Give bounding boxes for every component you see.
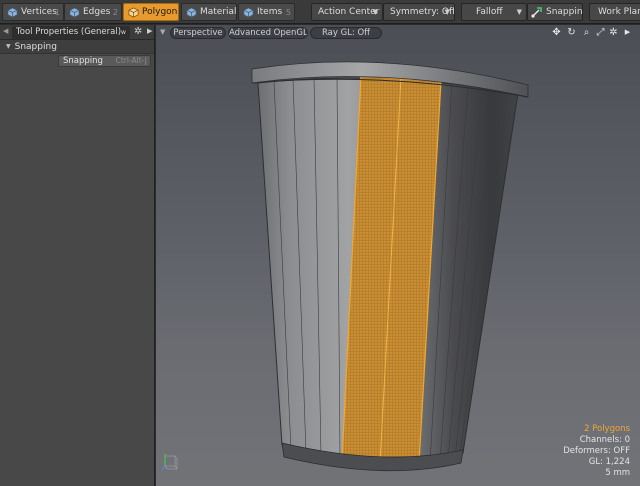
vertex-cube-icon bbox=[7, 7, 18, 17]
work-plane-dropdown[interactable]: Work Plane bbox=[589, 3, 640, 21]
snapping-button-label: Snapping bbox=[63, 56, 103, 66]
ray-gl-button[interactable]: Ray GL: Off bbox=[310, 27, 382, 39]
gear-icon[interactable]: ✲ bbox=[134, 26, 142, 37]
view-mode-button[interactable]: Perspective bbox=[170, 27, 226, 39]
falloff-dropdown[interactable]: Falloff ▼ bbox=[461, 3, 527, 21]
channels-count: Channels: 0 bbox=[579, 435, 630, 445]
panel-tab-bar: ◀ Tool Properties (General)w ✲ ▶ bbox=[0, 25, 154, 40]
renderer-label: Advanced OpenGL bbox=[229, 28, 308, 38]
vertices-mode-button[interactable]: Vertices 1 bbox=[2, 3, 64, 21]
panel-menu-arrow-icon[interactable]: ◀ bbox=[3, 27, 8, 35]
chevron-down-icon: ▼ bbox=[516, 8, 522, 16]
deformers-status: Deformers: OFF bbox=[563, 446, 630, 456]
falloff-label: Falloff bbox=[476, 7, 503, 17]
polygons-mode-label: Polygons bbox=[142, 7, 179, 17]
materials-mode-label: Materials bbox=[200, 7, 237, 17]
symmetry-dropdown[interactable]: Symmetry: Off ▼ bbox=[383, 3, 455, 21]
cup-mesh[interactable] bbox=[156, 25, 640, 486]
rotate-icon[interactable]: ↻ bbox=[566, 27, 577, 38]
tab-tool-properties-label: Tool Properties (General) bbox=[16, 27, 122, 37]
collapse-triangle-icon[interactable]: ▼ bbox=[6, 43, 11, 50]
snapping-property-row: Snapping Ctrl-Alt-J bbox=[0, 54, 154, 69]
chevron-down-icon: ▼ bbox=[372, 8, 378, 16]
edge-cube-icon bbox=[69, 7, 80, 17]
maximize-icon[interactable]: ⤢ bbox=[595, 27, 606, 38]
snap-magnet-icon bbox=[531, 7, 542, 18]
snapping-button[interactable]: Snapping Ctrl-Alt-J bbox=[58, 55, 151, 67]
snapping-label: Snapping bbox=[546, 7, 583, 17]
snapping-section-header[interactable]: ▼ Snapping bbox=[0, 40, 154, 54]
action-center-dropdown[interactable]: Action Center ▼ bbox=[311, 3, 383, 21]
material-cube-icon bbox=[186, 7, 197, 17]
snapping-shortcut: Ctrl-Alt-J bbox=[115, 56, 147, 65]
items-mode-button[interactable]: Items 5 bbox=[238, 3, 295, 21]
pan-icon[interactable]: ✥ bbox=[551, 27, 562, 38]
chevron-down-icon: ▼ bbox=[444, 8, 450, 16]
vertices-mode-label: Vertices bbox=[21, 7, 57, 17]
edges-mode-label: Edges bbox=[83, 7, 111, 17]
tool-properties-panel: ◀ Tool Properties (General)w ✲ ▶ ▼ Snapp… bbox=[0, 25, 155, 486]
item-cube-icon bbox=[243, 7, 254, 17]
zoom-icon[interactable]: ⌕ bbox=[581, 27, 592, 38]
tab-tool-properties-suffix: w bbox=[121, 29, 126, 36]
edges-mode-button[interactable]: Edges 2 bbox=[64, 3, 122, 21]
materials-mode-button[interactable]: Materials bbox=[181, 3, 237, 21]
renderer-button[interactable]: Advanced OpenGL bbox=[228, 27, 308, 39]
snapping-section-label: Snapping bbox=[14, 41, 57, 52]
snapping-toggle-button[interactable]: Snapping bbox=[527, 3, 583, 21]
action-center-label: Action Center bbox=[318, 7, 380, 17]
viewport-stats: 2 Polygons Channels: 0 Deformers: OFF GL… bbox=[563, 424, 630, 479]
ray-gl-label: Ray GL: Off bbox=[321, 28, 371, 38]
view-mode-label: Perspective bbox=[173, 28, 223, 38]
selection-count: 2 Polygons bbox=[584, 424, 630, 434]
chevron-right-icon[interactable]: ▶ bbox=[147, 27, 152, 35]
polygon-cube-icon bbox=[128, 7, 139, 17]
axis-gizmo-icon bbox=[161, 454, 178, 471]
3d-viewport[interactable]: ▼ Perspective Advanced OpenGL Ray GL: Of… bbox=[156, 25, 640, 486]
vertices-mode-key: 1 bbox=[54, 7, 60, 17]
items-mode-label: Items bbox=[257, 7, 283, 17]
viewport-header: ▼ Perspective Advanced OpenGL Ray GL: Of… bbox=[156, 25, 640, 41]
viewport-menu-arrow-icon[interactable]: ▼ bbox=[160, 28, 165, 36]
chevron-right-icon[interactable]: ▶ bbox=[622, 27, 633, 38]
polygons-mode-button[interactable]: Polygons bbox=[123, 3, 179, 21]
items-mode-key: 5 bbox=[285, 7, 291, 17]
work-plane-label: Work Plane bbox=[598, 7, 640, 17]
main-toolbar: Vertices 1 Edges 2 Polygons Materials It… bbox=[0, 0, 640, 24]
tab-tool-properties[interactable]: Tool Properties (General)w bbox=[12, 26, 130, 39]
viewport-gear-icon[interactable]: ✲ bbox=[608, 27, 619, 38]
edges-mode-key: 2 bbox=[112, 7, 118, 17]
grid-size: 5 mm bbox=[605, 468, 630, 478]
gl-polycount: GL: 1,224 bbox=[588, 457, 630, 467]
